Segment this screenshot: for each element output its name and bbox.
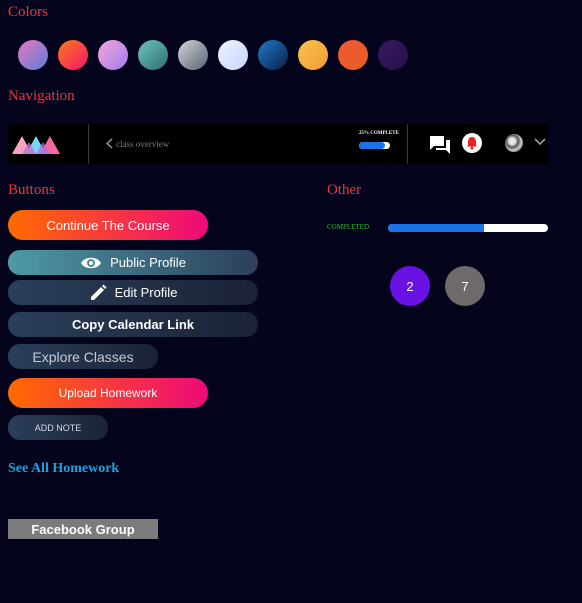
color-swatch-teal[interactable]	[138, 40, 168, 70]
public-profile-label: Public Profile	[110, 255, 186, 270]
nav-divider	[88, 124, 89, 164]
facebook-group-label: Facebook Group	[31, 521, 135, 537]
chevron-left-icon	[106, 138, 113, 149]
color-swatch-gold[interactable]	[298, 40, 328, 70]
explore-classes-label: Explore Classes	[32, 348, 134, 365]
add-note-button[interactable]: ADD NOTE	[8, 415, 108, 440]
navigation-bar: class overview 25% COMPLETE	[8, 124, 548, 164]
continue-course-label: Continue The Course	[46, 217, 170, 233]
other-heading: Other	[327, 182, 362, 198]
copy-calendar-link-button[interactable]: Copy Calendar Link	[8, 312, 258, 337]
nav-divider-right	[407, 124, 408, 164]
color-swatch-pink-blue[interactable]	[18, 40, 48, 70]
completion-progress-fill	[388, 224, 484, 232]
back-link[interactable]: class overview	[106, 138, 169, 149]
color-swatch-lilac[interactable]	[98, 40, 128, 70]
back-label: class overview	[116, 138, 170, 149]
buttons-heading: Buttons	[8, 182, 55, 198]
copy-calendar-link-label: Copy Calendar Link	[71, 317, 195, 332]
completion-progress-bar	[388, 224, 548, 232]
explore-classes-button[interactable]: Explore Classes	[8, 344, 158, 369]
chat-icon[interactable]	[429, 135, 451, 155]
completed-label: COMPLETED	[327, 223, 369, 231]
page-number-button[interactable]: 2	[390, 266, 430, 306]
continue-course-button[interactable]: Continue The Course	[8, 210, 208, 240]
public-profile-button[interactable]: Public Profile	[8, 250, 258, 275]
edit-profile-button[interactable]: Edit Profile	[8, 280, 258, 305]
user-avatar[interactable]	[505, 134, 523, 152]
see-all-homework-link[interactable]: See All Homework	[8, 461, 119, 477]
upload-homework-button[interactable]: Upload Homework	[8, 378, 208, 408]
color-swatch-ice[interactable]	[218, 40, 248, 70]
chevron-down-icon[interactable]	[534, 138, 546, 146]
course-progress-bar	[359, 142, 390, 149]
color-swatch-blue[interactable]	[258, 40, 288, 70]
color-swatch-gray[interactable]	[178, 40, 208, 70]
color-swatch-orange-red[interactable]	[58, 40, 88, 70]
course-progress-fill	[359, 142, 386, 149]
notification-bell-icon[interactable]	[461, 132, 483, 154]
pencil-icon	[90, 284, 107, 300]
navigation-heading: Navigation	[8, 88, 75, 104]
edit-profile-label: Edit Profile	[114, 285, 178, 300]
color-swatch-plum[interactable]	[378, 40, 408, 70]
upload-homework-label: Upload Homework	[58, 386, 158, 400]
page-number-button[interactable]: 7	[445, 266, 485, 306]
add-note-label: ADD NOTE	[34, 422, 82, 433]
color-swatch-flame[interactable]	[338, 40, 368, 70]
course-progress-label: 25% COMPLETE	[359, 131, 399, 136]
logo-icon[interactable]	[12, 134, 60, 154]
facebook-group-button[interactable]: Facebook Group	[8, 519, 158, 539]
colors-heading: Colors	[8, 4, 49, 20]
eye-icon	[81, 257, 102, 268]
